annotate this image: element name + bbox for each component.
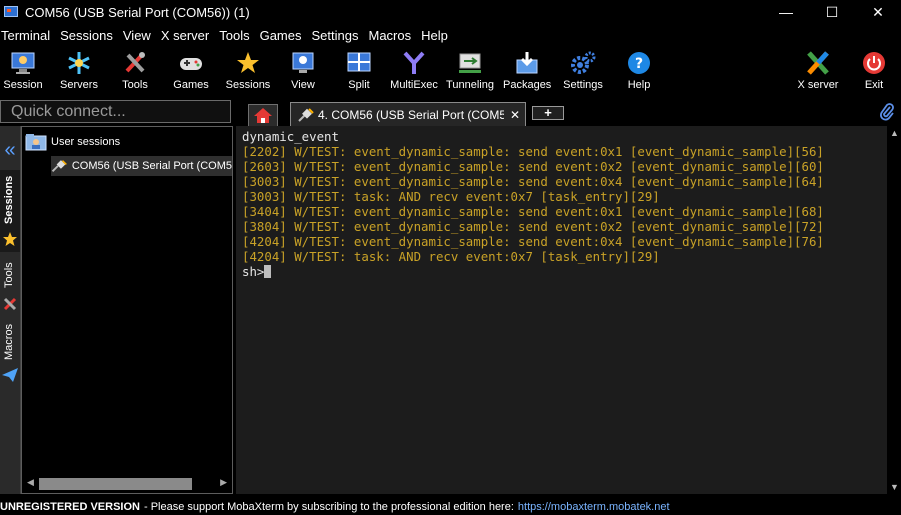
menu-view[interactable]: View <box>123 28 157 43</box>
tunneling-button[interactable]: Tunneling <box>445 46 495 98</box>
x-server-icon <box>805 50 831 76</box>
tab-home[interactable] <box>248 104 278 126</box>
menu-x-server[interactable]: X server <box>161 28 215 43</box>
tab-bar: 4. COM56 (USB Serial Port (COM5 ✕ + <box>234 100 901 126</box>
side-tab-tools-label: Tools <box>3 262 15 288</box>
power-icon <box>861 50 887 76</box>
unregistered-label: UNREGISTERED VERSION <box>0 501 140 513</box>
terminal-line: [4204] W/TEST: event_dynamic_sample: sen… <box>242 234 824 249</box>
user-sessions-label: User sessions <box>51 136 121 148</box>
split-icon <box>346 50 372 76</box>
tab-com56[interactable]: 4. COM56 (USB Serial Port (COM5 ✕ <box>290 102 526 126</box>
menu-settings[interactable]: Settings <box>312 28 365 43</box>
terminal-output[interactable]: dynamic_event [2202] W/TEST: event_dynam… <box>236 126 887 494</box>
gear-icon <box>570 50 596 76</box>
menu-help[interactable]: Help <box>421 28 454 43</box>
scroll-down-icon[interactable]: ▼ <box>890 482 899 492</box>
menu-games[interactable]: Games <box>260 28 308 43</box>
side-tabs: « Sessions Tools Macros <box>0 126 21 494</box>
status-bar: UNREGISTERED VERSION - Please support Mo… <box>0 499 901 515</box>
help-icon: ? <box>626 50 652 76</box>
paper-plane-icon <box>2 368 18 382</box>
help-button[interactable]: ? Help <box>622 46 656 98</box>
side-tab-macros-label: Macros <box>3 323 15 360</box>
serial-plug-icon <box>51 160 67 173</box>
sessions-panel: User sessions COM56 (USB Serial Port (CO… <box>21 126 233 494</box>
shell-prompt: sh> <box>242 264 265 279</box>
paperclip-icon[interactable] <box>879 103 895 121</box>
view-button[interactable]: View <box>288 46 318 98</box>
settings-button[interactable]: Settings <box>561 46 605 98</box>
side-tab-macros[interactable]: Macros <box>0 320 20 386</box>
terminal-vertical-scrollbar[interactable]: ▲ ▼ <box>887 126 901 494</box>
text-cursor <box>264 265 272 278</box>
close-window-button[interactable]: ✕ <box>855 0 901 24</box>
multiexec-button[interactable]: MultiExec <box>390 46 438 98</box>
star-icon <box>235 50 261 76</box>
games-button[interactable]: Games <box>171 46 211 98</box>
tools-icon <box>3 297 17 311</box>
terminal-line: [2603] W/TEST: event_dynamic_sample: sen… <box>242 159 824 174</box>
tab-close-button[interactable]: ✕ <box>510 108 520 122</box>
x-server-button[interactable]: X server <box>794 46 842 98</box>
view-icon <box>290 50 316 76</box>
svg-text:?: ? <box>635 56 643 72</box>
tab-label: 4. COM56 (USB Serial Port (COM5 <box>318 107 504 122</box>
terminal-line: [2202] W/TEST: event_dynamic_sample: sen… <box>242 144 824 159</box>
terminal-line: dynamic_event <box>242 129 339 144</box>
home-icon <box>254 108 272 123</box>
session-item-label: COM56 (USB Serial Port (COM5 <box>71 160 232 172</box>
new-tab-button[interactable]: + <box>532 106 564 120</box>
status-message: - Please support MobaXterm by subscribin… <box>143 501 514 513</box>
menu-terminal[interactable]: Terminal <box>1 28 56 43</box>
menu-bar: Terminal Sessions View X server Tools Ga… <box>0 24 901 46</box>
monitor-icon <box>10 50 36 76</box>
servers-button[interactable]: Servers <box>55 46 103 98</box>
scroll-left-icon[interactable]: ◀ <box>27 477 34 488</box>
gamepad-icon <box>178 50 204 76</box>
folder-user-icon <box>25 134 47 151</box>
terminal-line: [3003] W/TEST: event_dynamic_sample: sen… <box>242 174 824 189</box>
maximize-button[interactable]: ☐ <box>809 0 855 24</box>
tools-button[interactable]: Tools <box>115 46 155 98</box>
mobaxterm-app-icon <box>3 4 19 20</box>
scroll-up-icon[interactable]: ▲ <box>890 128 899 138</box>
window-controls: — ☐ ✕ <box>763 0 901 24</box>
star-icon <box>3 232 17 246</box>
scrollbar-thumb[interactable] <box>39 478 192 490</box>
session-item-com56[interactable]: COM56 (USB Serial Port (COM5 <box>51 156 232 176</box>
title-bar: COM56 (USB Serial Port (COM56)) (1) — ☐ … <box>0 0 901 24</box>
menu-sessions[interactable]: Sessions <box>60 28 119 43</box>
tools-icon <box>122 50 148 76</box>
session-button[interactable]: Session <box>0 46 46 98</box>
toolbar: Session Servers Tools Games Sessions Vie… <box>0 46 901 98</box>
multiexec-icon <box>401 50 427 76</box>
mobaxterm-link[interactable]: https://mobaxterm.mobatek.net <box>518 501 670 513</box>
minimize-button[interactable]: — <box>763 0 809 24</box>
quick-connect-input[interactable]: Quick connect... <box>0 100 231 123</box>
menu-macros[interactable]: Macros <box>368 28 417 43</box>
terminal-line: [3003] W/TEST: task: AND recv event:0x7 … <box>242 189 660 204</box>
terminal-line: [3804] W/TEST: event_dynamic_sample: sen… <box>242 219 824 234</box>
sessions-horizontal-scrollbar[interactable]: ◀ ▶ <box>24 477 230 491</box>
packages-button[interactable]: Packages <box>503 46 551 98</box>
packages-icon <box>514 50 540 76</box>
side-tab-tools[interactable]: Tools <box>0 254 20 316</box>
window-title: COM56 (USB Serial Port (COM56)) (1) <box>25 4 250 20</box>
terminal-prompt-line[interactable]: sh> <box>242 264 887 279</box>
split-button[interactable]: Split <box>344 46 374 98</box>
terminal-line: [3404] W/TEST: event_dynamic_sample: sen… <box>242 204 824 219</box>
servers-icon <box>66 50 92 76</box>
serial-plug-icon <box>298 107 314 122</box>
menu-tools[interactable]: Tools <box>219 28 255 43</box>
side-tab-sessions-label: Sessions <box>3 175 15 224</box>
tunneling-icon <box>457 50 483 76</box>
user-sessions-group[interactable]: User sessions <box>25 133 120 151</box>
terminal-line: [4204] W/TEST: task: AND recv event:0x7 … <box>242 249 660 264</box>
sessions-button[interactable]: Sessions <box>224 46 272 98</box>
scroll-right-icon[interactable]: ▶ <box>220 477 227 488</box>
collapse-sidebar-button[interactable]: « <box>0 140 20 162</box>
side-tab-sessions[interactable]: Sessions <box>0 170 20 252</box>
exit-button[interactable]: Exit <box>859 46 889 98</box>
